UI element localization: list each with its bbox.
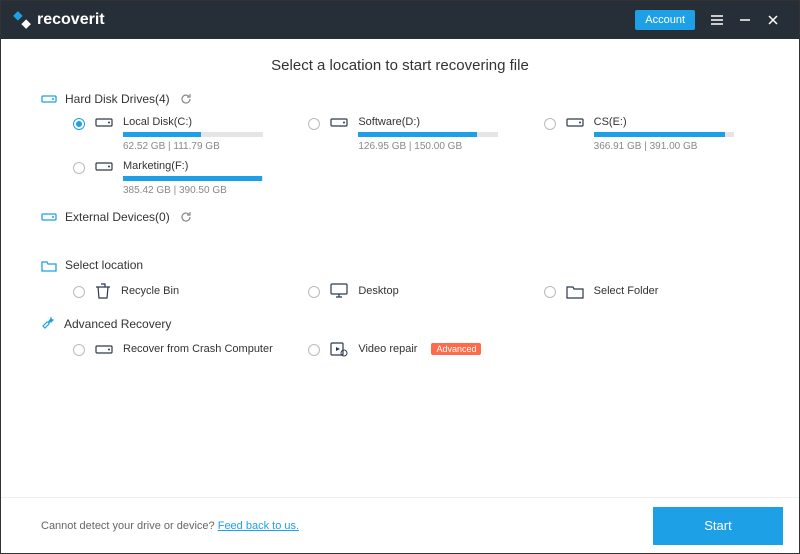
- advanced-video-repair[interactable]: Video repair Advanced: [308, 341, 523, 357]
- radio-button[interactable]: [544, 118, 556, 130]
- close-button[interactable]: [759, 6, 787, 34]
- radio-button[interactable]: [73, 344, 85, 356]
- wrench-icon: [41, 316, 56, 331]
- drive-name: Software(D:): [358, 116, 523, 128]
- refresh-icon[interactable]: [180, 93, 192, 105]
- radio-button[interactable]: [73, 162, 85, 174]
- drive-size: 366.91 GB | 391.00 GB: [594, 141, 759, 152]
- section-loc-label: Select location: [65, 258, 143, 272]
- usage-bar: [123, 132, 263, 137]
- drive-icon: [95, 115, 113, 129]
- location-grid: Recycle Bin Desktop Select Folder: [41, 282, 759, 300]
- drive-item-d[interactable]: Software(D:) 126.95 GB | 150.00 GB: [308, 116, 523, 152]
- content-area: Select a location to start recovering fi…: [1, 39, 799, 497]
- section-hdd-header: Hard Disk Drives(4): [41, 92, 759, 106]
- radio-button[interactable]: [308, 118, 320, 130]
- radio-button[interactable]: [73, 286, 85, 298]
- drive-icon: [41, 211, 57, 223]
- drive-size: 385.42 GB | 390.50 GB: [123, 185, 288, 196]
- section-ext-header: External Devices(0): [41, 210, 759, 224]
- advanced-label: Video repair: [358, 343, 417, 355]
- usage-bar: [594, 132, 734, 137]
- footer-text: Cannot detect your drive or device? Feed…: [41, 520, 299, 532]
- titlebar: recoverit Account: [1, 1, 799, 39]
- drive-icon: [41, 93, 57, 105]
- advanced-badge: Advanced: [431, 343, 481, 355]
- app-window: recoverit Account Select a location to s…: [0, 0, 800, 554]
- footer: Cannot detect your drive or device? Feed…: [1, 497, 799, 553]
- usage-bar: [123, 176, 263, 181]
- advanced-label: Recover from Crash Computer: [123, 343, 273, 355]
- minimize-button[interactable]: [731, 6, 759, 34]
- location-label: Desktop: [358, 285, 398, 297]
- menu-icon[interactable]: [703, 6, 731, 34]
- logo-icon: [13, 11, 31, 29]
- folder-icon: [41, 259, 57, 272]
- drive-icon: [95, 159, 113, 173]
- location-desktop[interactable]: Desktop: [308, 282, 523, 300]
- radio-button[interactable]: [308, 286, 320, 298]
- page-title: Select a location to start recovering fi…: [41, 57, 759, 74]
- radio-button[interactable]: [308, 344, 320, 356]
- recycle-bin-icon: [95, 282, 111, 300]
- drive-icon: [330, 115, 348, 129]
- section-ext-label: External Devices(0): [65, 210, 170, 224]
- drive-name: Marketing(F:): [123, 160, 288, 172]
- start-button[interactable]: Start: [653, 507, 783, 545]
- app-name: recoverit: [37, 11, 105, 29]
- drive-item-e[interactable]: CS(E:) 366.91 GB | 391.00 GB: [544, 116, 759, 152]
- radio-button[interactable]: [544, 286, 556, 298]
- radio-button[interactable]: [73, 118, 85, 130]
- drive-name: CS(E:): [594, 116, 759, 128]
- feedback-link[interactable]: Feed back to us.: [218, 520, 299, 532]
- location-select-folder[interactable]: Select Folder: [544, 282, 759, 300]
- drive-size: 62.52 GB | 111.79 GB: [123, 141, 288, 152]
- drive-name: Local Disk(C:): [123, 116, 288, 128]
- location-label: Select Folder: [594, 285, 659, 297]
- section-adv-label: Advanced Recovery: [64, 317, 171, 331]
- location-label: Recycle Bin: [121, 285, 179, 297]
- advanced-crash-recover[interactable]: Recover from Crash Computer: [73, 341, 288, 357]
- app-logo: recoverit: [13, 11, 105, 29]
- section-adv-header: Advanced Recovery: [41, 316, 759, 331]
- drive-item-f[interactable]: Marketing(F:) 385.42 GB | 390.50 GB: [73, 160, 288, 196]
- section-hdd-label: Hard Disk Drives(4): [65, 92, 170, 106]
- folder-icon: [566, 284, 584, 299]
- section-loc-header: Select location: [41, 258, 759, 272]
- advanced-grid: Recover from Crash Computer Video repair…: [41, 341, 759, 357]
- refresh-icon[interactable]: [180, 211, 192, 223]
- drive-size: 126.95 GB | 150.00 GB: [358, 141, 523, 152]
- location-recycle-bin[interactable]: Recycle Bin: [73, 282, 288, 300]
- drive-grid: Local Disk(C:) 62.52 GB | 111.79 GB Soft…: [41, 116, 759, 196]
- drive-icon: [566, 115, 584, 129]
- desktop-icon: [330, 283, 348, 299]
- drive-item-c[interactable]: Local Disk(C:) 62.52 GB | 111.79 GB: [73, 116, 288, 152]
- usage-bar: [358, 132, 498, 137]
- account-button[interactable]: Account: [635, 10, 695, 30]
- drive-icon: [95, 342, 113, 356]
- ext-empty: [41, 234, 759, 258]
- video-repair-icon: [330, 341, 348, 357]
